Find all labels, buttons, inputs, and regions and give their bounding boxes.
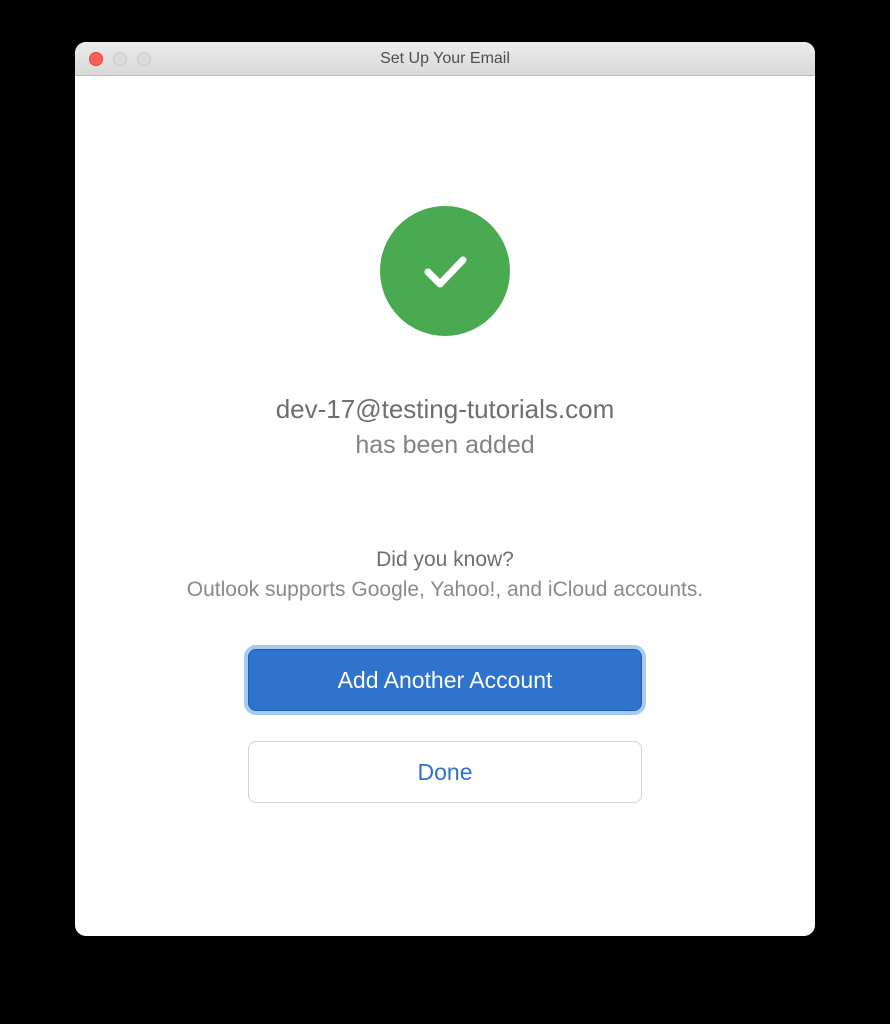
tip-text: Outlook supports Google, Yahoo!, and iCl…	[115, 578, 775, 602]
done-button[interactable]: Done	[248, 741, 642, 803]
window-title: Set Up Your Email	[75, 50, 815, 68]
close-icon[interactable]	[89, 52, 103, 66]
maximize-icon	[137, 52, 151, 66]
window-titlebar[interactable]: Set Up Your Email	[75, 42, 815, 76]
added-confirmation-text: has been added	[115, 431, 775, 460]
minimize-icon	[113, 52, 127, 66]
tip-heading: Did you know?	[115, 548, 775, 572]
success-checkmark-icon	[380, 206, 510, 336]
dialog-content: dev-17@testing-tutorials.com has been ad…	[75, 76, 815, 936]
traffic-lights	[75, 52, 151, 66]
setup-email-window: Set Up Your Email dev-17@testing-tutoria…	[75, 42, 815, 936]
added-email-address: dev-17@testing-tutorials.com	[115, 394, 775, 425]
add-another-account-button[interactable]: Add Another Account	[248, 649, 642, 711]
